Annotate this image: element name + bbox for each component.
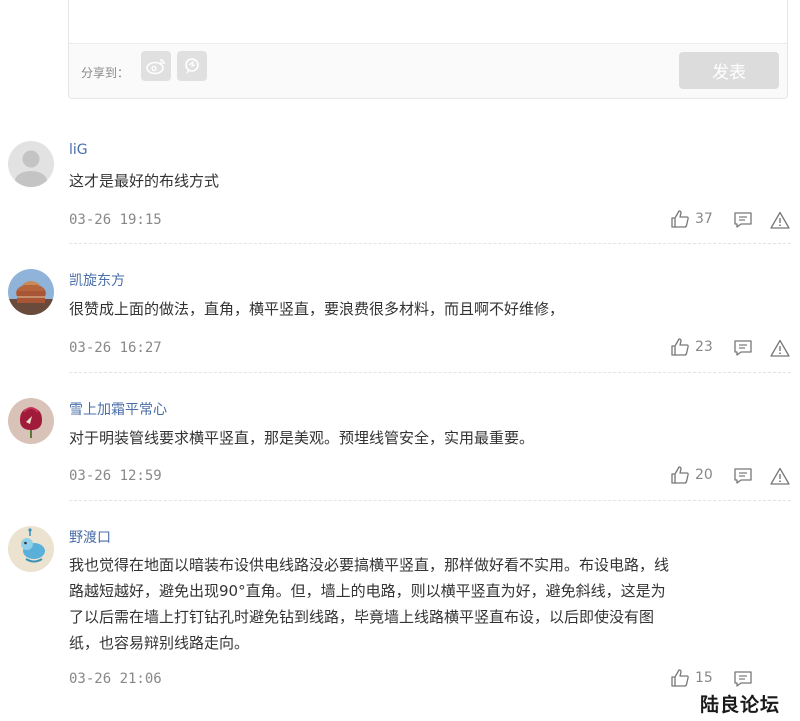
reply-button[interactable] bbox=[733, 211, 753, 233]
warning-icon bbox=[770, 467, 790, 485]
weibo-icon bbox=[146, 59, 165, 75]
comment-icon bbox=[734, 340, 752, 356]
comment-icon bbox=[734, 671, 752, 687]
reply-button[interactable] bbox=[733, 339, 753, 361]
avatar[interactable] bbox=[8, 269, 54, 315]
comment-icon bbox=[734, 212, 752, 228]
like-count: 37 bbox=[695, 211, 713, 227]
thumbs-up-icon bbox=[671, 466, 689, 484]
thumbs-up-icon bbox=[671, 669, 689, 687]
share-weibo-button[interactable] bbox=[141, 51, 171, 81]
report-button[interactable] bbox=[770, 467, 790, 489]
comment-actions: 37 bbox=[670, 209, 795, 233]
qzone-icon bbox=[185, 58, 199, 74]
comment-icon bbox=[734, 468, 752, 484]
comment-username[interactable]: 雪上加霜平常心 bbox=[69, 399, 167, 419]
like-count: 15 bbox=[695, 670, 713, 686]
submit-button[interactable]: 发表 bbox=[679, 52, 779, 89]
comment-actions: 20 bbox=[670, 465, 795, 489]
comment-actions: 23 bbox=[670, 337, 795, 361]
like-button[interactable]: 20 bbox=[670, 465, 713, 485]
comment-time: 03-26 21:06 bbox=[69, 671, 162, 687]
report-button[interactable] bbox=[770, 211, 790, 233]
comment-content: 我也觉得在地面以暗装布设供电线路没必要搞横平竖直，那样做好看不实用。布设电路，线… bbox=[69, 556, 670, 652]
thumbs-up-icon bbox=[671, 210, 689, 228]
comment-divider bbox=[69, 372, 791, 373]
comment-divider bbox=[69, 500, 791, 501]
like-count: 20 bbox=[695, 467, 713, 483]
avatar[interactable] bbox=[8, 398, 54, 444]
reply-button[interactable] bbox=[733, 670, 753, 692]
site-watermark: 陆良论坛 bbox=[700, 694, 781, 716]
comment-editor: 分享到： 发表 bbox=[68, 0, 788, 99]
comment-content: 这才是最好的布线方式 bbox=[69, 172, 220, 190]
comment-time: 03-26 16:27 bbox=[69, 340, 162, 356]
avatar[interactable] bbox=[8, 141, 54, 187]
comment-divider bbox=[69, 243, 791, 244]
comment-username[interactable]: 凯旋东方 bbox=[69, 270, 125, 290]
comment-username[interactable]: 野渡口 bbox=[69, 527, 111, 547]
comment-content: 很赞成上面的做法，直角，横平竖直，要浪费很多材料，而且啊不好维修， bbox=[69, 300, 565, 318]
reply-button[interactable] bbox=[733, 467, 753, 489]
share-label: 分享到： bbox=[81, 66, 130, 80]
comment-time: 03-26 12:59 bbox=[69, 468, 162, 484]
comment-time: 03-26 19:15 bbox=[69, 212, 162, 228]
thumbs-up-icon bbox=[671, 338, 689, 356]
comment-actions: 15 bbox=[670, 668, 795, 692]
like-button[interactable]: 23 bbox=[670, 337, 713, 357]
comment-content: 对于明装管线要求横平竖直，那是美观。预埋线管安全，实用最重要。 bbox=[69, 429, 535, 447]
report-button[interactable] bbox=[770, 339, 790, 361]
like-button[interactable]: 15 bbox=[670, 668, 713, 688]
avatar[interactable] bbox=[8, 526, 54, 572]
like-button[interactable]: 37 bbox=[670, 209, 713, 229]
share-qzone-button[interactable] bbox=[177, 51, 207, 81]
like-count: 23 bbox=[695, 339, 713, 355]
comment-textarea[interactable] bbox=[69, 0, 787, 44]
warning-icon bbox=[770, 211, 790, 229]
comment-username[interactable]: liG bbox=[69, 142, 88, 158]
warning-icon bbox=[770, 339, 790, 357]
